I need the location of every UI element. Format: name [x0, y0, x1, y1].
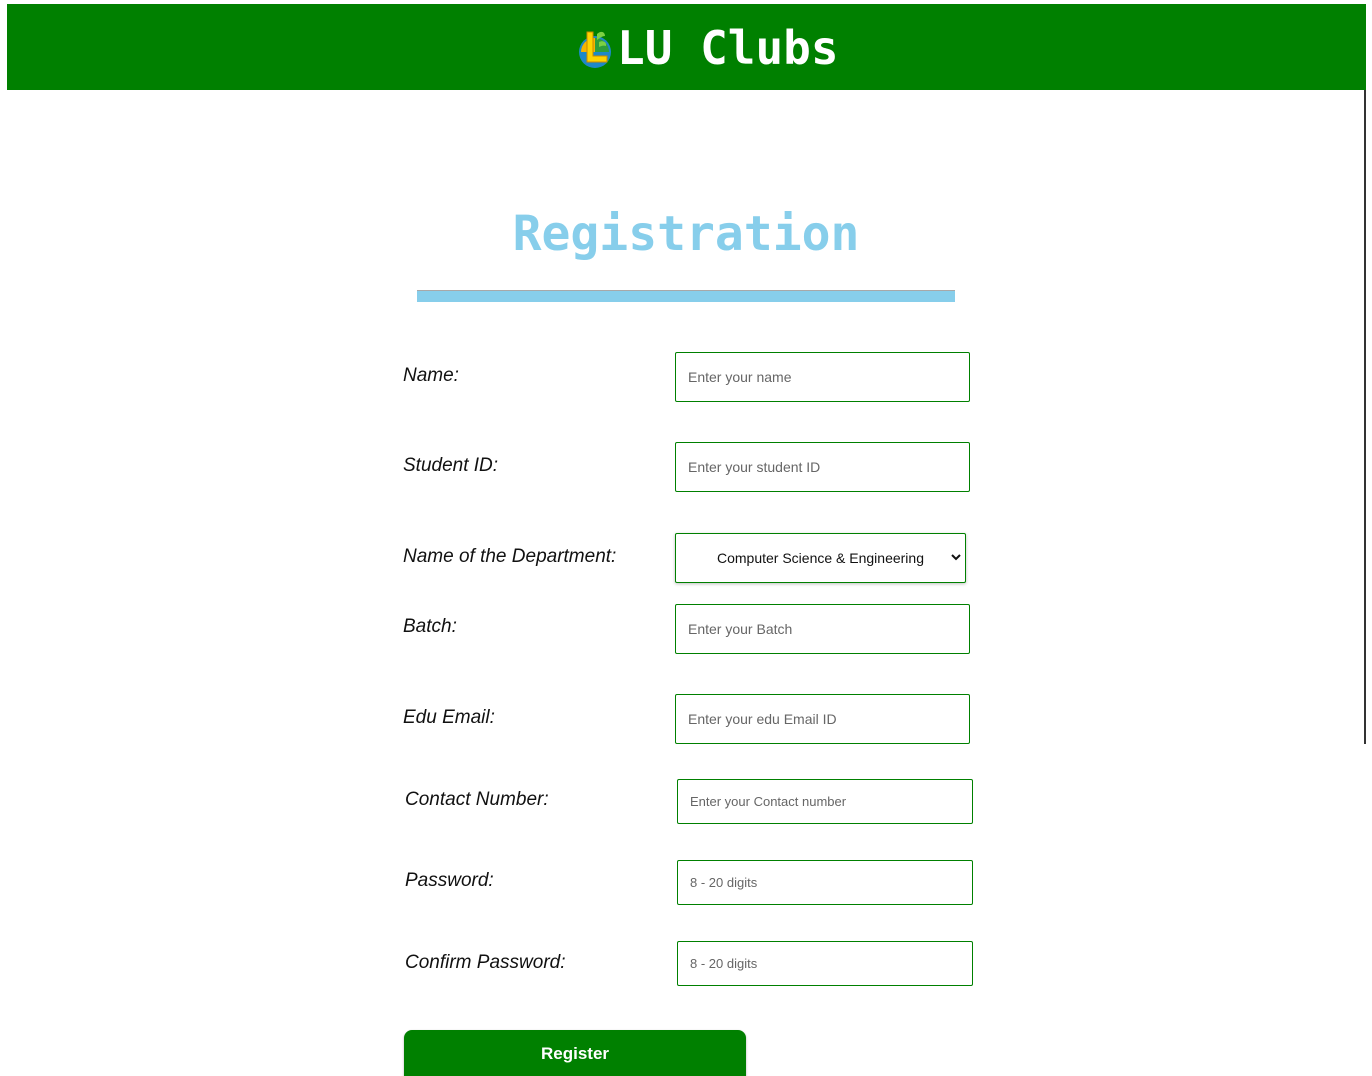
- name-label: Name:: [403, 365, 459, 386]
- batch-input[interactable]: [675, 604, 970, 654]
- password-label: Password:: [405, 870, 494, 891]
- brand[interactable]: LU Clubs: [575, 18, 839, 78]
- name-input[interactable]: [675, 352, 970, 402]
- student-id-input[interactable]: [675, 442, 970, 492]
- edu-email-input[interactable]: [675, 694, 970, 744]
- department-selected-value: Computer Science & Engineering: [716, 550, 924, 566]
- department-select[interactable]: Computer Science & Engineering: [675, 533, 966, 583]
- batch-label: Batch:: [403, 616, 457, 637]
- lu-clubs-logo-icon: [579, 31, 611, 68]
- department-label: Name of the Department:: [403, 546, 617, 567]
- student-id-label: Student ID:: [403, 455, 499, 476]
- registration-page: LU Clubs Registration Name: Student ID: …: [0, 0, 1372, 1076]
- confirm-password-input[interactable]: [677, 941, 973, 986]
- title-underline: [417, 290, 955, 302]
- contact-number-input[interactable]: [677, 779, 973, 824]
- top-header: LU Clubs: [7, 4, 1366, 90]
- edu-email-label: Edu Email:: [403, 707, 495, 728]
- password-input[interactable]: [677, 860, 973, 905]
- register-button[interactable]: Register: [404, 1030, 746, 1076]
- brand-title: LU Clubs: [617, 21, 839, 75]
- contact-number-label: Contact Number:: [405, 789, 549, 810]
- page-title: Registration: [512, 206, 860, 262]
- confirm-password-label: Confirm Password:: [405, 952, 566, 973]
- chevron-down-icon: [951, 554, 961, 561]
- page-divider: [1364, 90, 1366, 744]
